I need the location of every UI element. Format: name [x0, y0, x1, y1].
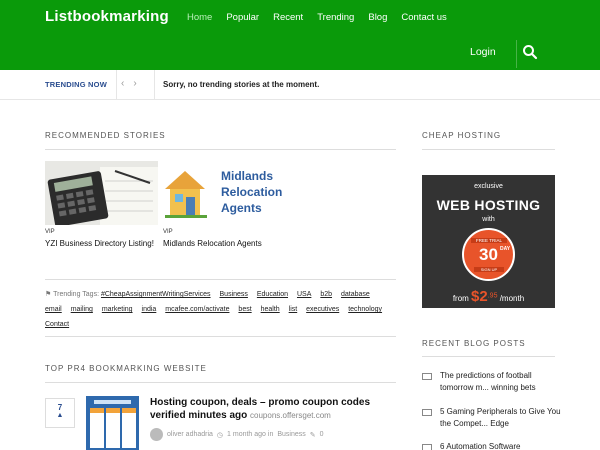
story-tag[interactable]: VIP [45, 229, 55, 235]
top-pr4-title: TOP PR4 BOOKMARKING WEBSITE [45, 364, 207, 373]
chevron-left-icon[interactable]: ‹ [121, 78, 124, 89]
tag-link[interactable]: india [142, 306, 157, 313]
recent-post-item[interactable]: The predictions of football tomorrow m..… [422, 370, 562, 394]
recent-post-item[interactable]: 5 Gaming Peripherals to Give You the Com… [422, 406, 562, 430]
divider [45, 336, 396, 337]
ad-price: from $2.95 /month [452, 288, 525, 305]
tag-link[interactable]: email [45, 306, 62, 313]
nav-home[interactable]: Home [187, 12, 212, 23]
story-image-calculator[interactable] [45, 161, 158, 225]
tag-icon: ⚑ [45, 291, 54, 298]
nav-blog[interactable]: Blog [368, 12, 387, 23]
site-header: Listbookmarking Home Popular Recent Tren… [0, 0, 600, 70]
post-title[interactable]: Hosting coupon, deals – promo coupon cod… [150, 396, 400, 422]
nav-popular[interactable]: Popular [226, 12, 259, 23]
image-icon [422, 409, 432, 416]
tag-link[interactable]: Contact [45, 321, 69, 328]
ad-trial-badge: FREE TRIAL 30 DAY SIGN UP [462, 228, 515, 281]
main-nav: Home Popular Recent Trending Blog Contac… [187, 12, 447, 23]
recent-post-title[interactable]: The predictions of football tomorrow m..… [440, 370, 562, 394]
tag-link[interactable]: Education [257, 291, 288, 298]
tag-link[interactable]: mcafee.com/activate [165, 306, 229, 313]
site-logo[interactable]: Listbookmarking [45, 8, 169, 25]
login-link[interactable]: Login [470, 46, 496, 58]
story-tag[interactable]: VIP [163, 229, 173, 235]
tag-link[interactable]: marketing [102, 306, 133, 313]
cheap-hosting-title: CHEAP HOSTING [422, 131, 502, 140]
story-title[interactable]: YZI Business Directory Listing! [45, 239, 154, 248]
tag-link[interactable]: list [289, 306, 298, 313]
tag-link[interactable]: b2b [320, 291, 332, 298]
recent-post-title[interactable]: 6 Automation Software [440, 441, 521, 450]
trending-tags: ⚑ Trending Tags: #CheapAssignmentWriting… [45, 287, 395, 332]
search-icon[interactable] [522, 44, 538, 60]
trending-tags-label: Trending Tags: [53, 291, 100, 298]
image-icon [422, 444, 432, 450]
trending-bar: TRENDING NOW ‹ › Sorry, no trending stor… [0, 70, 600, 100]
tag-link[interactable]: USA [297, 291, 311, 298]
divider [116, 70, 117, 100]
tag-link[interactable]: health [261, 306, 280, 313]
recent-post-item[interactable]: 6 Automation Software [422, 441, 562, 450]
header-divider [516, 40, 517, 68]
ad-with-text: with [482, 216, 495, 223]
trending-arrows: ‹ › [121, 78, 137, 89]
tag-link[interactable]: best [238, 306, 251, 313]
ad-headline: WEB HOSTING [436, 197, 541, 213]
divider [45, 279, 396, 280]
clock-icon: ◷ [216, 431, 224, 439]
image-icon [422, 373, 432, 380]
trending-label: TRENDING NOW [45, 80, 107, 89]
post-meta: oliver adhadria ◷ 1 month ago in Busines… [150, 428, 324, 441]
hosting-ad-banner[interactable]: exclusive WEB HOSTING with FREE TRIAL 30… [422, 175, 555, 308]
nav-contact[interactable]: Contact us [401, 12, 446, 23]
avatar[interactable] [150, 428, 163, 441]
trending-message: Sorry, no trending stories at the moment… [163, 80, 320, 89]
vote-box[interactable]: 7 ▲ [45, 398, 75, 428]
divider [154, 70, 155, 100]
divider [422, 149, 555, 150]
story-image-text: Midlands Relocation Agents [221, 169, 283, 215]
comment-icon: ✎ [309, 431, 316, 439]
post-author[interactable]: oliver adhadria [167, 431, 213, 438]
post-time: 1 month ago in [227, 431, 274, 438]
tag-link[interactable]: database [341, 291, 370, 298]
ad-sign-up-text: SIGN UP [474, 267, 504, 272]
vote-count: 7 [57, 403, 63, 412]
ad-exclusive-text: exclusive [474, 183, 503, 190]
recommended-title: RECOMMENDED STORIES [45, 131, 166, 140]
story-image-relocation[interactable]: Midlands Relocation Agents [163, 161, 282, 225]
recent-post-title[interactable]: 5 Gaming Peripherals to Give You the Com… [440, 406, 562, 430]
divider [45, 382, 396, 383]
post-domain[interactable]: coupons.offersget.com [250, 411, 331, 420]
tag-link[interactable]: mailing [71, 306, 93, 313]
ad-trial-text: FREE TRIAL [471, 238, 507, 243]
tag-link[interactable]: technology [348, 306, 382, 313]
divider [45, 149, 396, 150]
divider [422, 356, 555, 357]
tag-link[interactable]: #CheapAssignmentWritingServices [101, 291, 211, 298]
tag-link[interactable]: Business [220, 291, 248, 298]
story-title[interactable]: Midlands Relocation Agents [163, 239, 262, 248]
comment-count[interactable]: 0 [320, 431, 324, 438]
chevron-right-icon[interactable]: › [133, 78, 136, 89]
nav-recent[interactable]: Recent [273, 12, 303, 23]
nav-trending[interactable]: Trending [317, 12, 354, 23]
recent-posts-title: RECENT BLOG POSTS [422, 339, 526, 348]
post-thumbnail[interactable] [86, 396, 139, 450]
upvote-icon[interactable]: ▲ [46, 412, 74, 420]
ad-day-label: DAY [500, 246, 511, 252]
post-category[interactable]: Business [277, 431, 305, 438]
tag-link[interactable]: executives [306, 306, 339, 313]
